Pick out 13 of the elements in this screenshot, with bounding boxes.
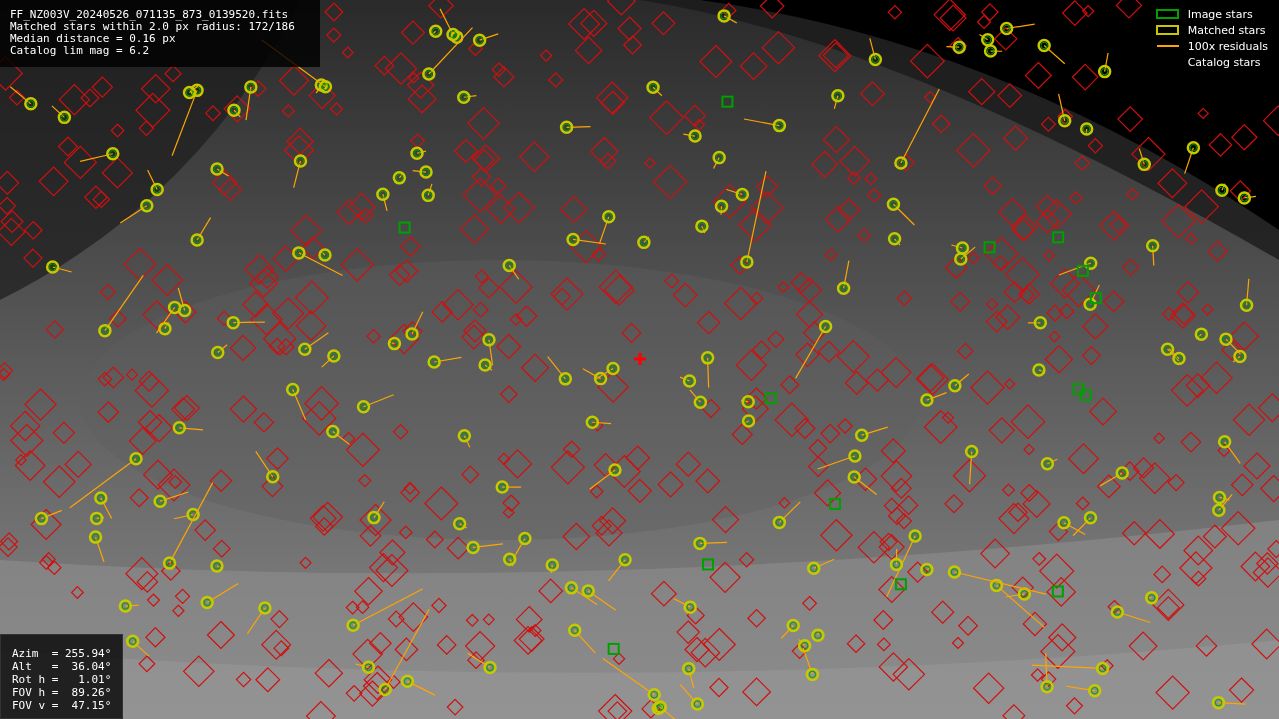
legend-label: 100x residuals	[1187, 39, 1268, 53]
info-text: FF_NZ003V_20240526_071135_873_0139520.fits	[10, 9, 290, 21]
pointing-text: FOV v = 47.15°	[12, 699, 112, 712]
pointing-text: Alt = 36.04°	[12, 660, 112, 673]
info-text: Median distance = 0.16 px	[10, 33, 177, 45]
pointing-text: Rot h = 1.01°	[12, 673, 112, 686]
legend-label: Matched stars	[1187, 23, 1266, 37]
info-text: Catalog lim mag = 6.2	[10, 45, 151, 57]
pointing-text: FOV h = 89.26°	[12, 686, 112, 699]
legend-label: Image stars	[1187, 7, 1253, 21]
pointing-text: Azim = 255.94°	[12, 647, 112, 660]
legend-label: Catalog stars	[1187, 55, 1261, 69]
info-text: Matched stars within 2.0 px radius: 172/186	[10, 21, 296, 33]
